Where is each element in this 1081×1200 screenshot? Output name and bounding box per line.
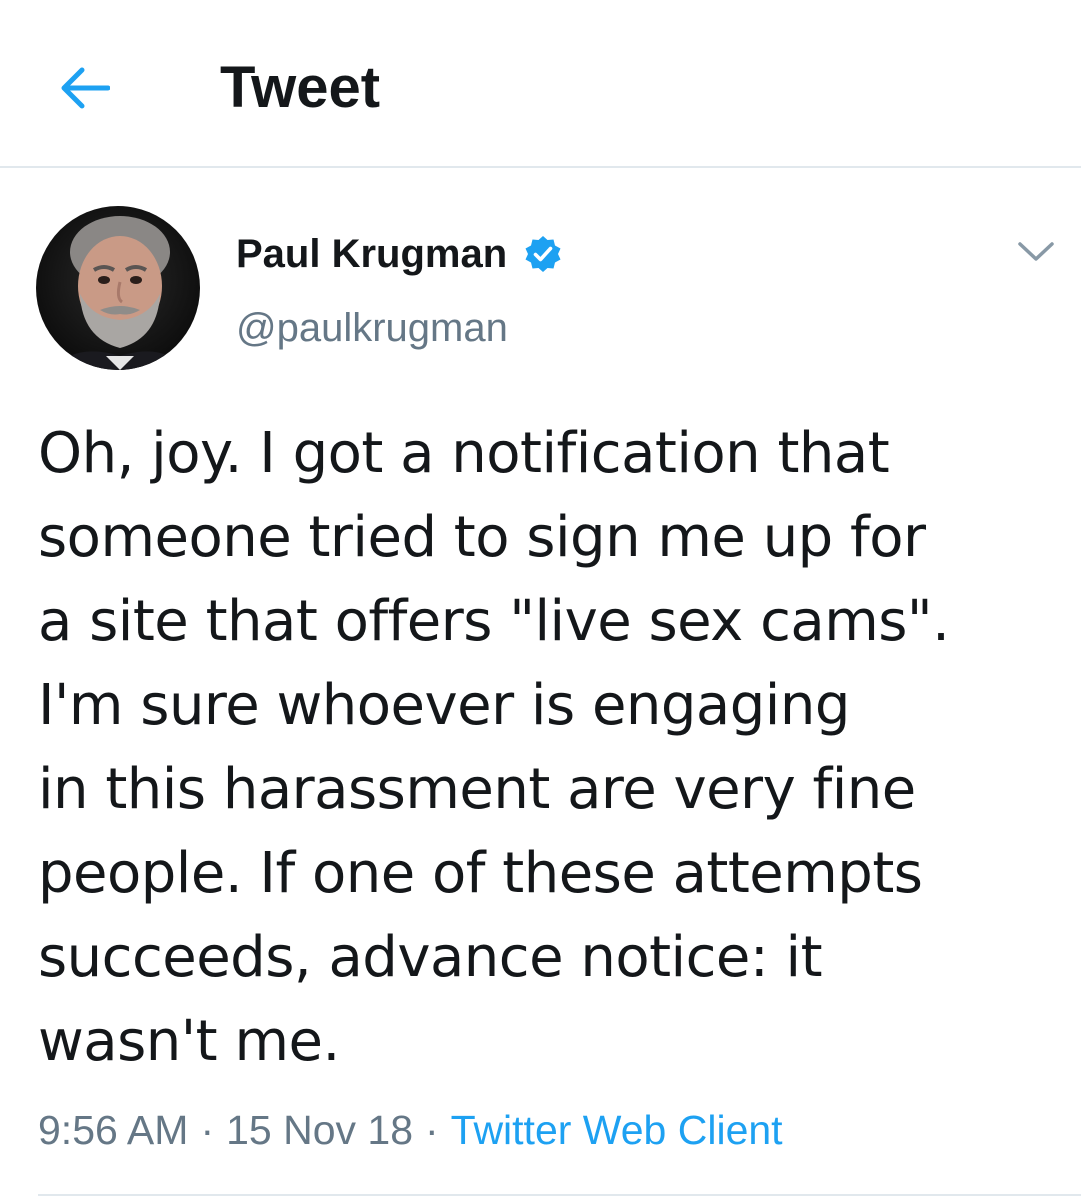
top-bar: Tweet <box>0 0 1081 168</box>
author-handle[interactable]: @paulkrugman <box>236 302 508 354</box>
profile-photo <box>36 206 200 370</box>
chevron-down-icon <box>1018 242 1054 261</box>
tweet-options-button[interactable] <box>1010 230 1062 274</box>
meta-separator: · <box>425 1107 439 1153</box>
tweet-text: Oh, joy. I got a notification that someo… <box>38 421 950 1074</box>
tweet-source-link[interactable]: Twitter Web Client <box>451 1107 783 1153</box>
back-button[interactable] <box>48 56 120 120</box>
page-title: Tweet <box>220 55 381 120</box>
arrow-left-icon <box>61 67 110 109</box>
tweet-time: 9:56 AM <box>38 1107 189 1153</box>
meta-separator: · <box>200 1107 215 1153</box>
tweet-meta: 9:56 AM · 15 Nov 18 · Twitter Web Client <box>38 1100 783 1160</box>
author-name-row: Paul Krugman <box>236 226 563 282</box>
verified-badge-icon <box>523 234 563 274</box>
avatar[interactable] <box>36 206 200 370</box>
divider <box>38 1194 1081 1196</box>
tweet-date: 15 Nov 18 <box>226 1107 413 1153</box>
author-display-name[interactable]: Paul Krugman <box>236 226 507 282</box>
